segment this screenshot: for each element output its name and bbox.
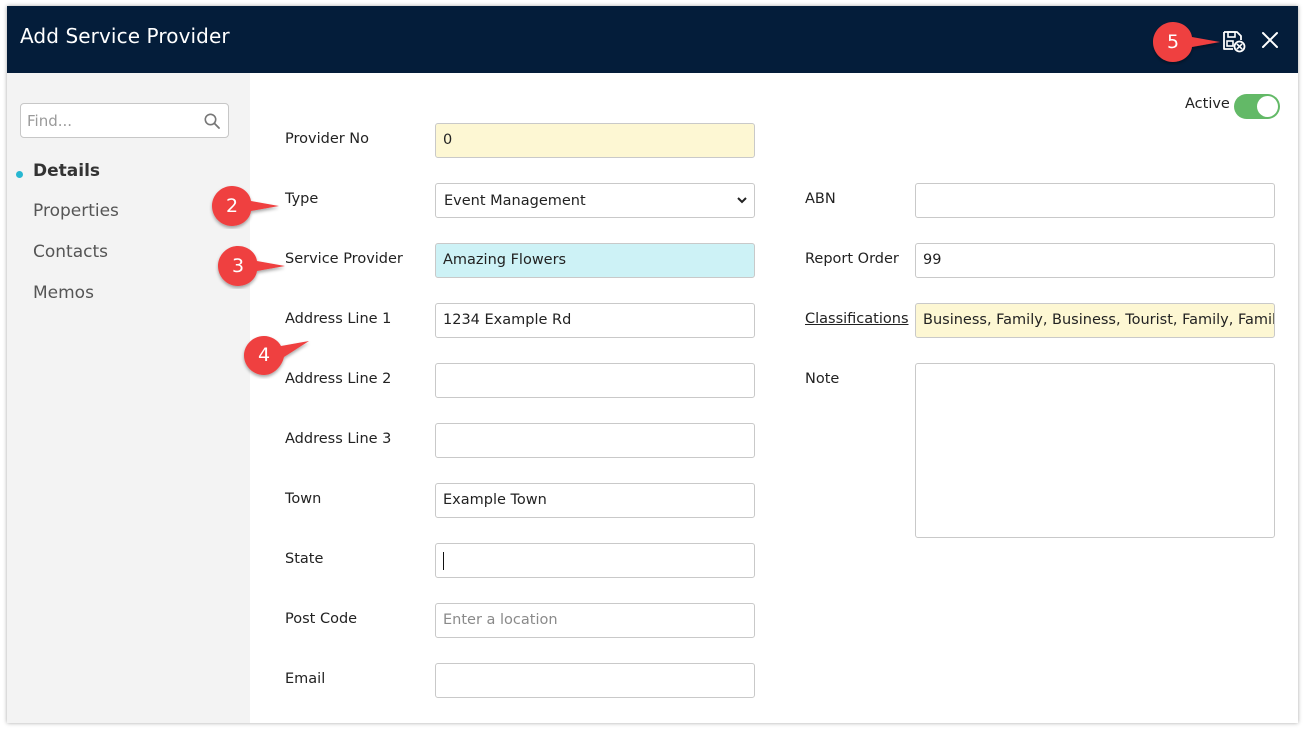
sidebar-item-properties[interactable]: Properties [33,201,119,221]
address-line-3-field[interactable] [435,423,755,458]
post-code-field[interactable]: Enter a location [435,603,755,638]
abn-field[interactable] [915,183,1275,218]
callout-2-number: 2 [225,195,239,217]
sidebar-item-memos[interactable]: Memos [33,283,94,303]
active-toggle[interactable] [1234,94,1280,119]
callout-5-number: 5 [1166,31,1180,53]
type-label: Type [285,191,319,207]
provider-no-label: Provider No [285,131,370,147]
find-box [20,103,229,138]
note-label: Note [805,371,840,387]
post-code-label: Post Code [285,611,358,627]
town-label: Town [285,491,322,507]
post-code-placeholder: Enter a location [443,612,558,628]
classifications-link[interactable]: Classifications [805,311,909,327]
save-close-icon[interactable] [1221,28,1247,54]
state-field[interactable] [435,543,755,578]
email-field[interactable] [435,663,755,698]
service-provider-label: Service Provider [285,251,403,267]
find-input[interactable] [21,104,196,137]
callout-3-label-wrap: 3 [219,247,257,285]
close-icon[interactable] [1259,29,1281,51]
report-order-label: Report Order [805,251,899,267]
sidebar: Details Properties Contacts Memos [7,73,250,723]
state-label: State [285,551,324,567]
dialog-title: Add Service Provider [20,24,230,48]
add-service-provider-dialog: Add Service Provider Details Properties [7,6,1298,723]
service-provider-field[interactable]: Amazing Flowers [435,243,755,278]
town-field[interactable]: Example Town [435,483,755,518]
callout-2-label-wrap: 2 [213,187,251,225]
address-line-2-field[interactable] [435,363,755,398]
sidebar-item-contacts[interactable]: Contacts [33,242,108,262]
callout-3-number: 3 [231,255,245,277]
callout-5-label-wrap: 5 [1154,23,1192,61]
note-textarea[interactable] [915,363,1275,538]
active-label: Active [1185,96,1230,112]
address-line-3-label: Address Line 3 [285,431,392,447]
title-bar: Add Service Provider [7,6,1298,73]
sidebar-item-details[interactable]: Details [33,161,100,181]
type-select[interactable]: Event Management [440,184,750,217]
email-label: Email [285,671,326,687]
search-icon[interactable] [203,112,221,130]
address-line-1-field[interactable]: 1234 Example Rd [435,303,755,338]
address-line-1-label: Address Line 1 [285,311,392,327]
active-indicator-dot [16,171,23,178]
callout-4-number: 4 [257,344,271,366]
abn-label: ABN [805,191,836,207]
type-select-box: Event Management [435,183,755,218]
classifications-field[interactable]: Business, Family, Business, Tourist, Fam… [915,303,1275,338]
text-cursor [443,552,444,570]
provider-no-field[interactable]: 0 [435,123,755,158]
toggle-knob [1257,96,1278,117]
callout-4-label-wrap: 4 [245,336,283,374]
report-order-field[interactable]: 99 [915,243,1275,278]
